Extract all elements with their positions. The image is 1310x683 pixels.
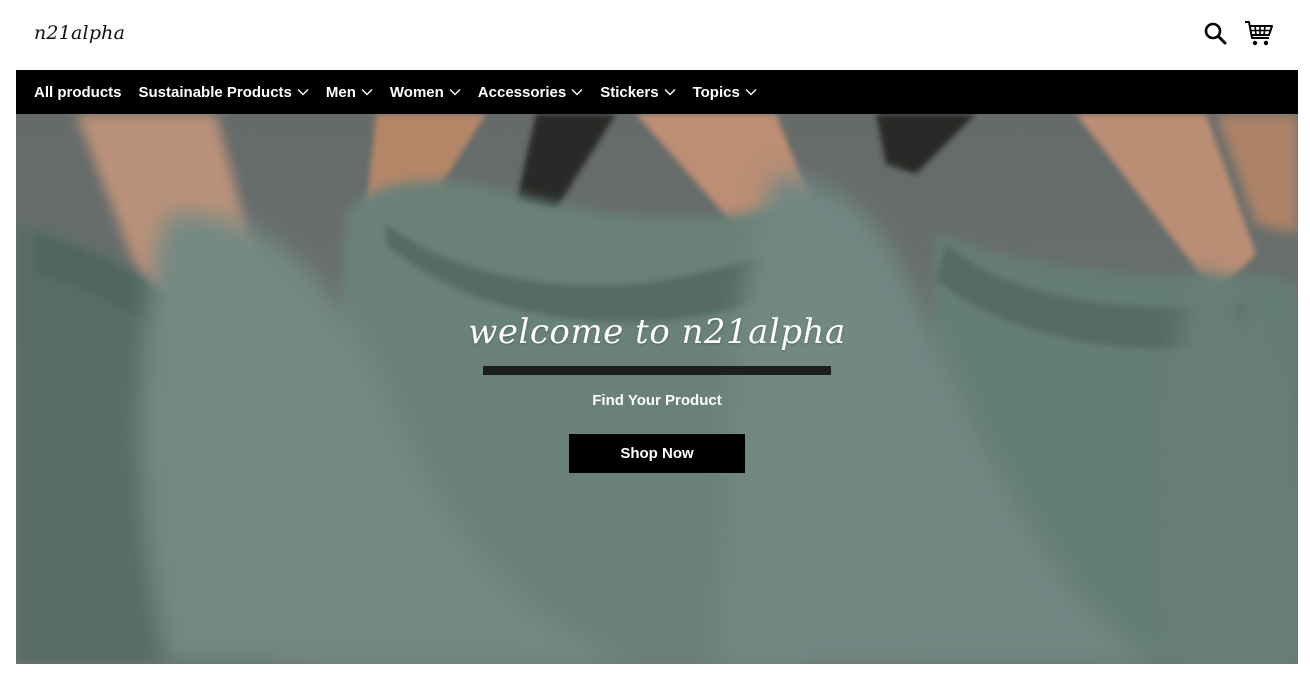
nav-item-label: All products bbox=[34, 83, 122, 101]
nav-item-label: Accessories bbox=[477, 83, 567, 101]
chevron-down-icon bbox=[449, 88, 461, 96]
cart-icon[interactable] bbox=[1244, 16, 1274, 50]
hero-divider bbox=[483, 366, 831, 375]
chevron-down-icon bbox=[297, 88, 309, 96]
chevron-down-icon bbox=[361, 88, 373, 96]
hero-title: welcome to n21alpha bbox=[468, 312, 846, 352]
chevron-down-icon bbox=[664, 88, 676, 96]
hero-banner: welcome to n21alpha Find Your Product Sh… bbox=[16, 114, 1298, 664]
nav-item-sustainable-products[interactable]: Sustainable Products bbox=[139, 84, 309, 101]
nav-item-topics[interactable]: Topics bbox=[693, 84, 757, 101]
nav-item-men[interactable]: Men bbox=[326, 84, 373, 101]
shop-now-button[interactable]: Shop Now bbox=[569, 434, 745, 473]
nav-item-accessories[interactable]: Accessories bbox=[478, 84, 583, 101]
site-header: n21alpha bbox=[0, 0, 1310, 70]
hero-subtitle: Find Your Product bbox=[592, 392, 722, 409]
chevron-down-icon bbox=[745, 88, 757, 96]
nav-item-stickers[interactable]: Stickers bbox=[600, 83, 676, 101]
chevron-down-icon bbox=[571, 88, 583, 96]
nav-item-women[interactable]: Women bbox=[390, 84, 461, 101]
nav-item-label: Sustainable Products bbox=[138, 83, 292, 101]
main-navigation: All products Sustainable Products Men Wo… bbox=[16, 70, 1298, 114]
header-actions bbox=[1200, 16, 1274, 50]
nav-item-label: Men bbox=[325, 83, 356, 101]
nav-item-label: Women bbox=[389, 83, 444, 101]
nav-item-label: Topics bbox=[692, 83, 740, 101]
nav-item-all-products[interactable]: All products bbox=[34, 84, 122, 101]
nav-item-label: Stickers bbox=[600, 83, 659, 101]
site-logo[interactable]: n21alpha bbox=[34, 22, 125, 44]
hero-content: welcome to n21alpha Find Your Product Sh… bbox=[16, 114, 1298, 664]
search-icon[interactable] bbox=[1200, 16, 1230, 50]
